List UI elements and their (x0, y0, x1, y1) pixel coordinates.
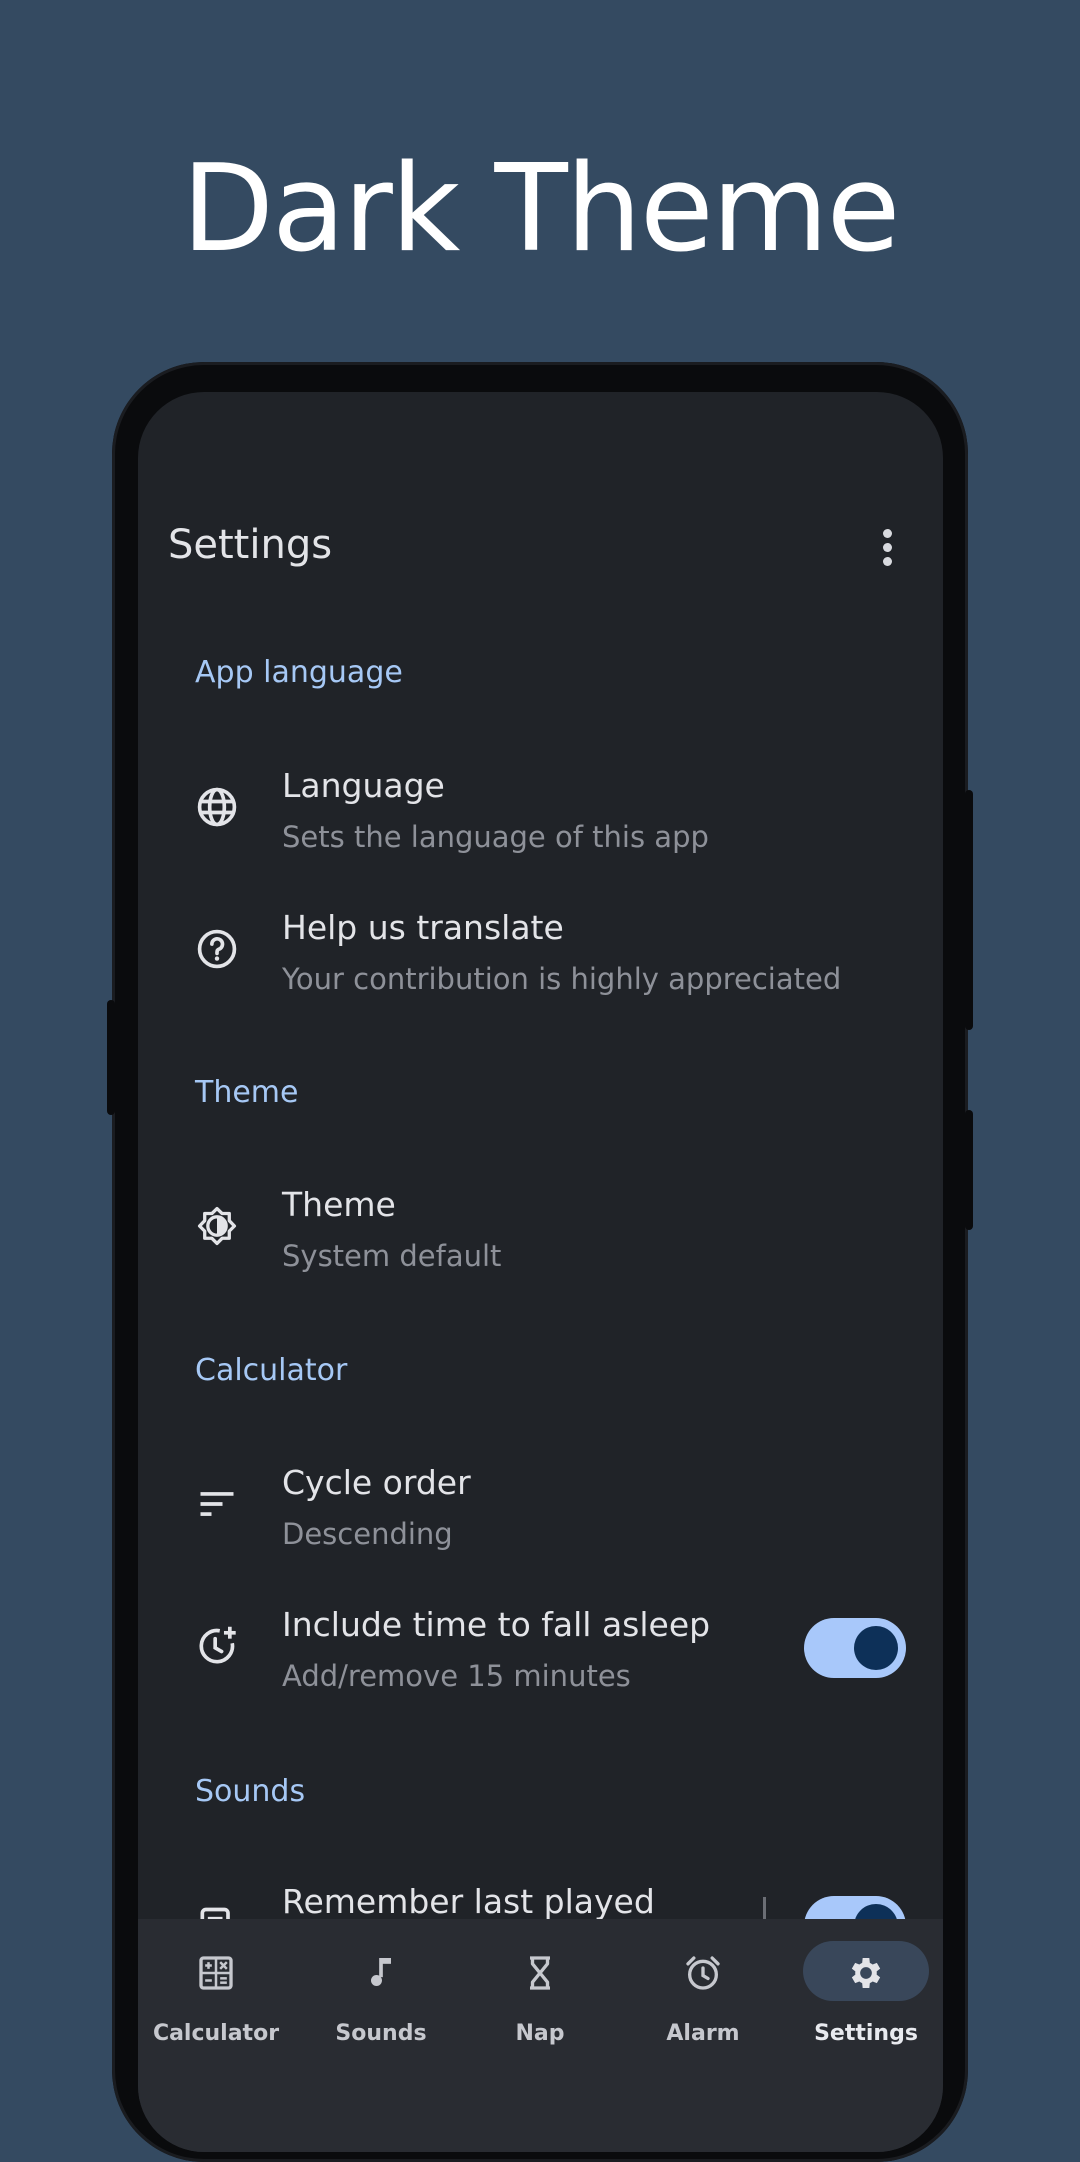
section-header-app-language: App language (195, 655, 403, 690)
clock-plus-icon (199, 1626, 236, 1664)
alarm-icon (686, 1956, 720, 1990)
nav-item-calculator[interactable]: Calculator (138, 1941, 296, 2051)
globe-icon (197, 787, 237, 827)
nav-label-calculator: Calculator (152, 2021, 280, 2046)
gear-icon (851, 1958, 881, 1988)
section-header-theme: Theme (195, 1075, 299, 1110)
remember-last-played-title: Remember last played (282, 1882, 655, 1921)
nav-item-alarm[interactable]: Alarm (623, 1941, 783, 2051)
phone-side-button (965, 1110, 973, 1230)
cycle-order-subtitle: Descending (282, 1517, 453, 1551)
help-translate-title: Help us translate (282, 908, 564, 947)
nav-item-settings[interactable]: Settings (786, 1941, 943, 2051)
hourglass-icon (530, 1956, 550, 1990)
nav-label-alarm: Alarm (666, 2021, 740, 2046)
theme-subtitle: System default (282, 1239, 502, 1273)
bottom-navigation: Calculator Sounds Nap Alarm Settings (138, 1919, 943, 2152)
brightness-icon (197, 1206, 237, 1246)
nav-label-settings: Settings (814, 2021, 918, 2046)
help-translate-subtitle: Your contribution is highly appreciated (282, 962, 842, 996)
phone-volume-button (107, 1000, 115, 1115)
help-icon (197, 929, 237, 969)
nav-label-sounds: Sounds (335, 2021, 427, 2046)
more-vert-icon[interactable] (881, 529, 893, 569)
toggle-knob (854, 1626, 898, 1670)
language-subtitle: Sets the language of this app (282, 820, 709, 854)
music-note-icon (371, 1958, 391, 1986)
section-header-sounds: Sounds (195, 1774, 306, 1809)
calculator-icon (199, 1956, 233, 1990)
language-title: Language (282, 766, 445, 805)
section-header-calculator: Calculator (195, 1353, 348, 1388)
sort-icon (200, 1492, 234, 1516)
fall-asleep-toggle[interactable] (804, 1618, 906, 1678)
page-title: Settings (168, 522, 333, 568)
fall-asleep-title: Include time to fall asleep (282, 1605, 711, 1644)
nav-label-nap: Nap (515, 2021, 565, 2046)
cycle-order-title: Cycle order (282, 1463, 471, 1502)
nav-item-sounds[interactable]: Sounds (301, 1941, 461, 2051)
promo-headline: Dark Theme (181, 140, 901, 279)
fall-asleep-subtitle: Add/remove 15 minutes (282, 1659, 631, 1693)
app-screen: Settings App language Language Sets the … (138, 392, 943, 2152)
theme-title: Theme (282, 1185, 396, 1224)
phone-power-button (965, 790, 973, 1030)
nav-item-nap[interactable]: Nap (460, 1941, 620, 2051)
